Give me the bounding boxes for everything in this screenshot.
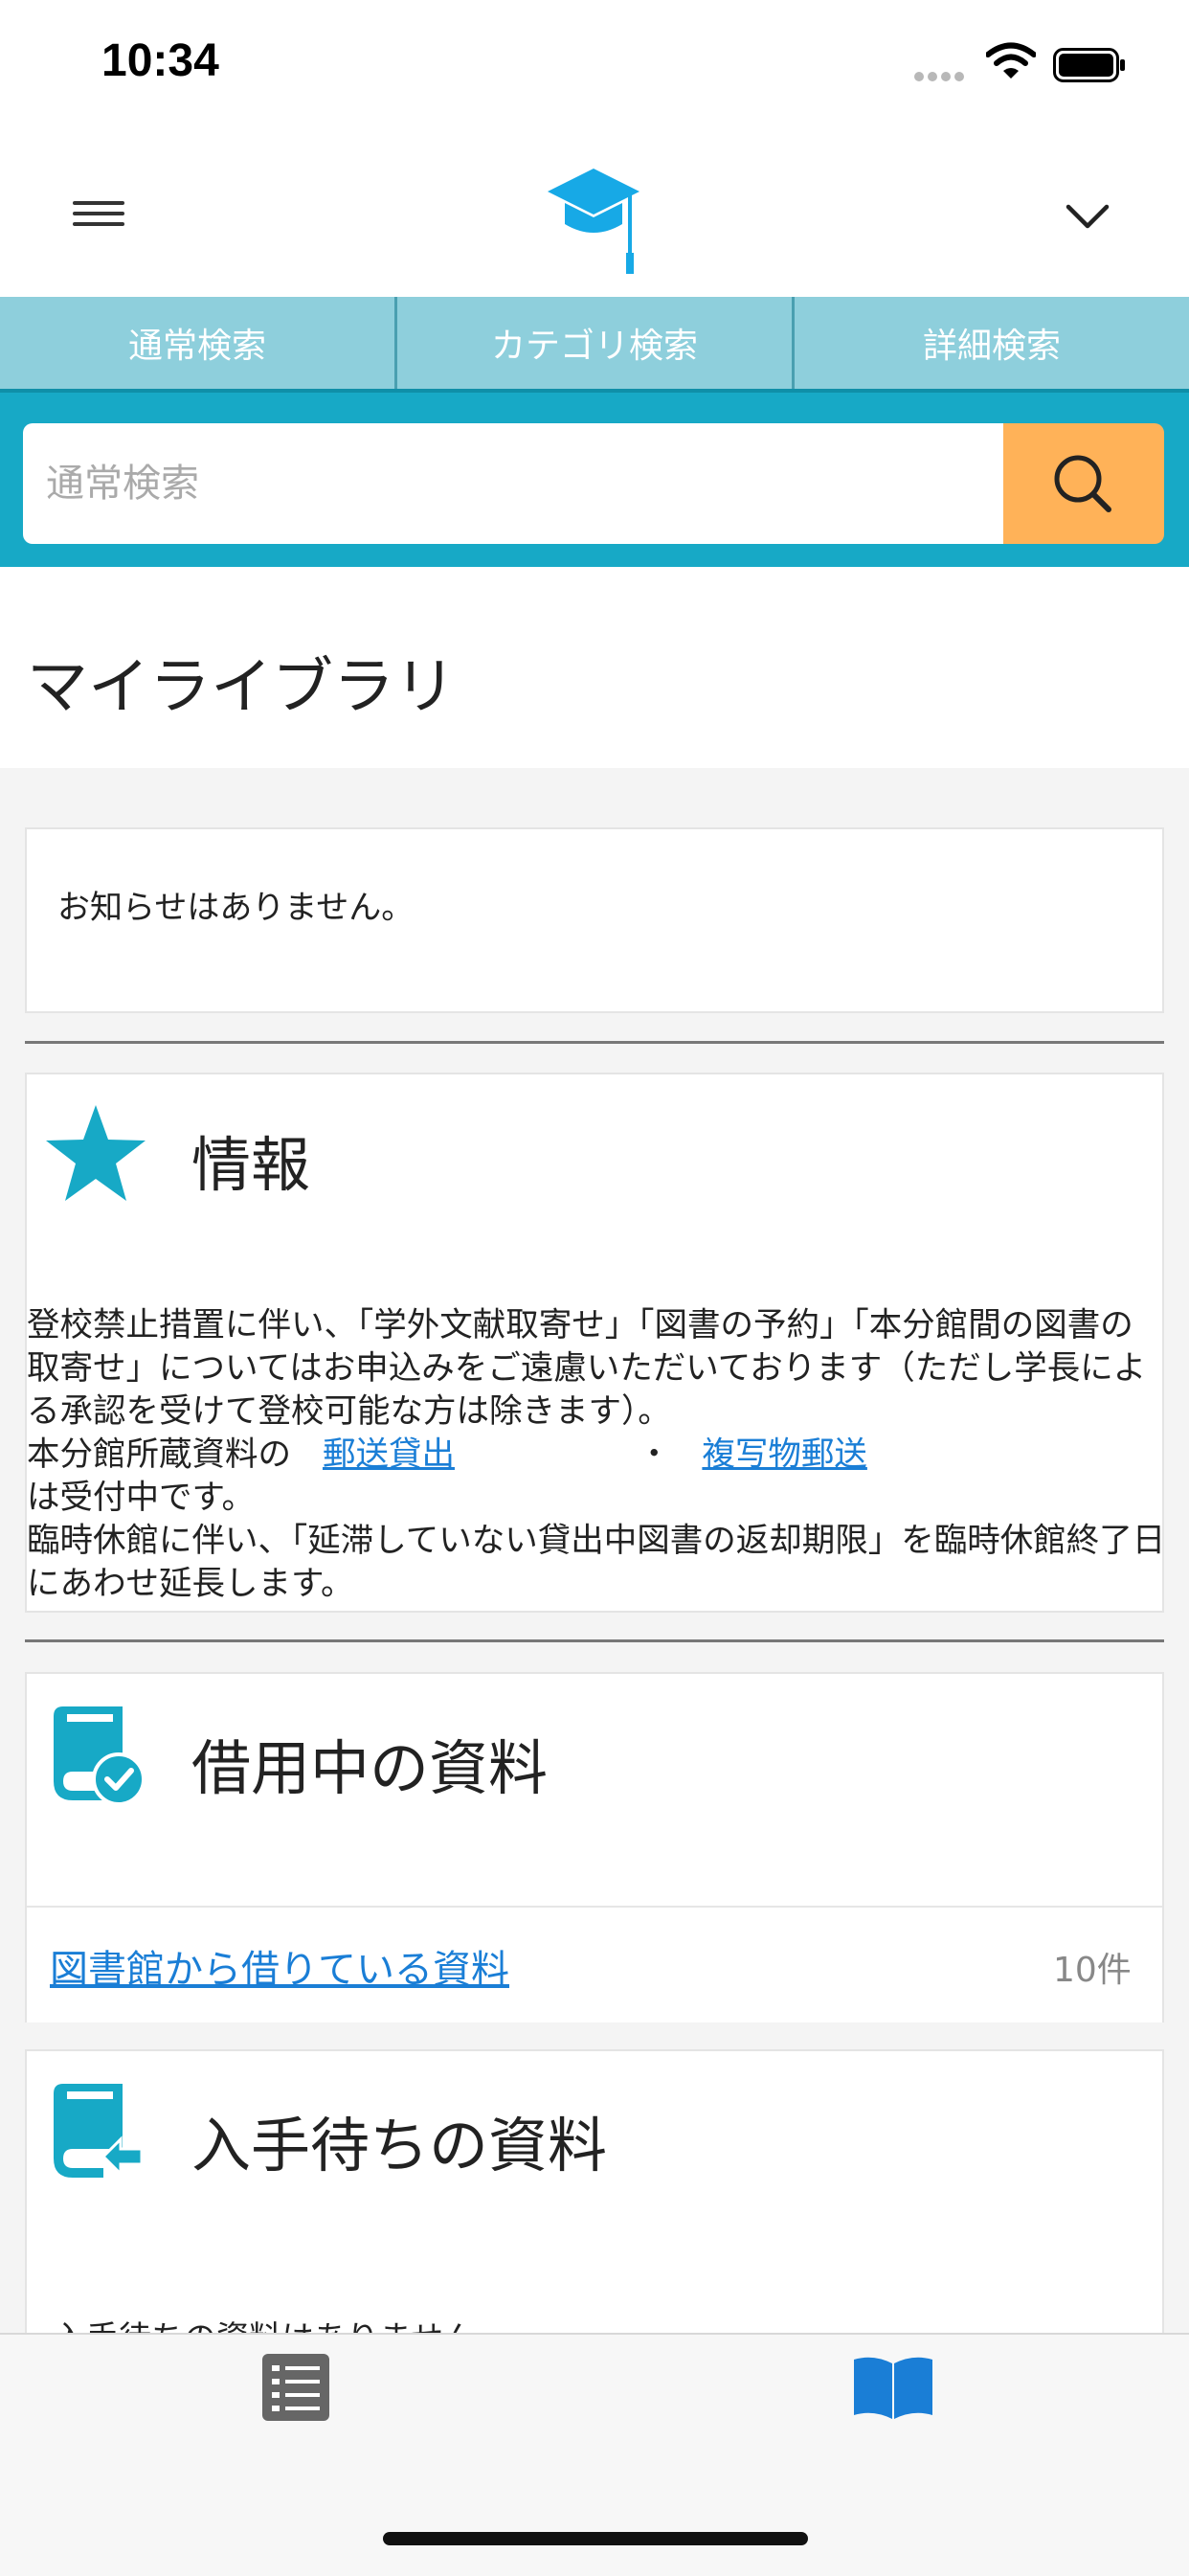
tab-normal-search[interactable]: 通常検索 — [0, 297, 394, 389]
info-line-2-suffix: は受付中です。 — [27, 1479, 256, 1517]
tab-advanced-search[interactable]: 詳細検索 — [792, 297, 1189, 389]
waiting-card — [25, 2049, 1164, 2337]
book-check-icon — [54, 1706, 146, 1806]
graduation-cap-icon — [548, 169, 639, 274]
home-indicator — [383, 2532, 808, 2545]
search-type-tabs: 通常検索 カテゴリ検索 詳細検索 — [0, 297, 1189, 389]
divider — [25, 1639, 1164, 1642]
borrowed-materials-link[interactable]: 図書館から借りている資料 — [50, 1938, 509, 1994]
search-button[interactable] — [1003, 423, 1164, 544]
waiting-heading: 入手待ちの資料 — [191, 2111, 608, 2181]
status-time: 10:34 — [101, 35, 219, 86]
notice-text: お知らせはありません。 — [57, 889, 415, 927]
battery-icon — [1053, 48, 1125, 82]
cellular-signal-icon — [914, 67, 970, 81]
book-return-icon — [54, 2084, 144, 2178]
info-line-2: 本分館所蔵資料の 郵送貸出 ・ 複写物郵送 — [27, 1434, 1166, 1477]
search-input[interactable] — [23, 423, 1003, 544]
copy-mail-link[interactable]: 複写物郵送 — [702, 1435, 867, 1474]
borrowed-heading: 借用中の資料 — [191, 1733, 549, 1803]
tab-category-search[interactable]: カテゴリ検索 — [394, 297, 792, 389]
postal-loan-link[interactable]: 郵送貸出 — [323, 1435, 455, 1474]
borrowed-count: 10件 — [1053, 1951, 1132, 1990]
app-header — [0, 126, 1189, 299]
page-title: マイライブラリ — [27, 652, 456, 723]
hamburger-menu-icon[interactable] — [73, 201, 124, 230]
open-book-icon[interactable] — [850, 2352, 936, 2423]
info-line-1: 登校禁止措置に伴い、「学外文献取寄せ」「図書の予約」「本分館間の図書の取寄せ」に… — [27, 1306, 1147, 1431]
wifi-icon — [986, 42, 1036, 79]
info-line-3: 臨時休館に伴い、「延滞していない貸出中図書の返却期限」を臨時休館終了日にあわせ延… — [27, 1522, 1166, 1603]
list-icon[interactable] — [260, 2352, 331, 2423]
star-icon — [46, 1105, 146, 1201]
chevron-down-icon[interactable] — [1063, 197, 1112, 236]
link-separator: ・ — [637, 1435, 671, 1474]
info-body: 登校禁止措置に伴い、「学外文献取寄せ」「図書の予約」「本分館間の図書の取寄せ」に… — [27, 1304, 1166, 1606]
search-icon — [1054, 455, 1111, 512]
divider — [25, 1041, 1164, 1044]
info-line-2-prefix: 本分館所蔵資料の — [27, 1435, 291, 1474]
info-heading: 情報 — [191, 1130, 311, 1200]
